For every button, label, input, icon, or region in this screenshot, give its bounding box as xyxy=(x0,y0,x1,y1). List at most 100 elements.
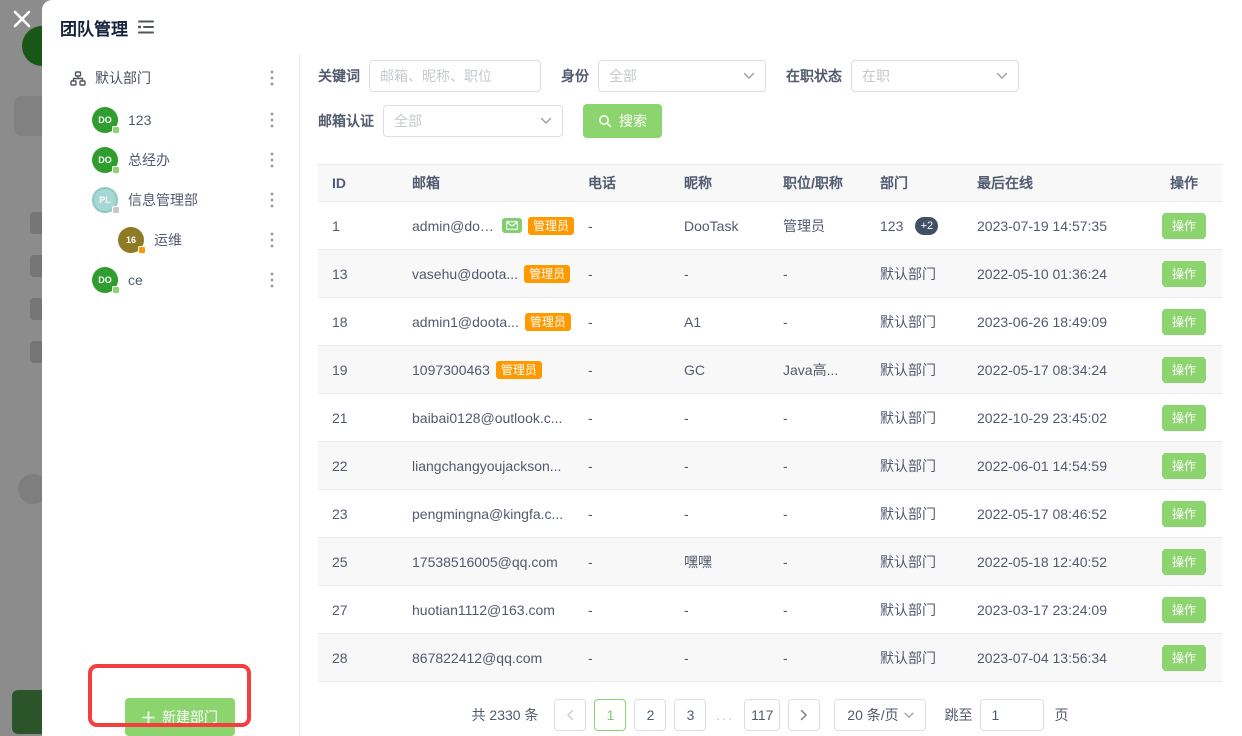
email-text: huotian1112@163.com xyxy=(412,602,555,618)
close-icon[interactable] xyxy=(10,7,34,31)
department-label: 123 xyxy=(128,112,151,128)
cell-nickname: GC xyxy=(670,346,769,394)
cell-dept: 默认部门 xyxy=(866,250,963,298)
more-menu-icon[interactable] xyxy=(263,189,281,211)
chevron-down-icon xyxy=(540,117,552,125)
keyword-label: 关键词 xyxy=(318,66,360,86)
department-label: ce xyxy=(128,272,143,288)
team-management-panel: 团队管理 默认部门 xyxy=(42,0,1242,736)
email-verify-select[interactable]: 全部 xyxy=(383,105,563,137)
log-list-icon[interactable] xyxy=(137,19,156,35)
column-header-id: ID xyxy=(318,165,398,202)
members-table: ID 邮箱 电话 昵称 职位/职称 部门 最后在线 操作 1 admin@ xyxy=(318,164,1222,682)
cell-last-online: 2022-06-01 14:54:59 xyxy=(963,442,1148,490)
more-menu-icon[interactable] xyxy=(263,269,281,291)
employment-select[interactable]: 在职 xyxy=(851,60,1019,92)
status-badge xyxy=(112,206,120,214)
status-badge xyxy=(112,166,120,174)
cell-job: Java高... xyxy=(769,346,866,394)
search-button[interactable]: 搜索 xyxy=(583,104,662,138)
cell-last-online: 2023-07-19 14:57:35 xyxy=(963,202,1148,250)
search-button-label: 搜索 xyxy=(619,111,647,131)
more-menu-icon[interactable] xyxy=(263,229,281,251)
row-action-button[interactable]: 操作 xyxy=(1162,549,1206,575)
cell-action: 操作 xyxy=(1148,490,1222,538)
chevron-down-icon xyxy=(743,72,755,80)
row-action-button[interactable]: 操作 xyxy=(1162,501,1206,527)
cell-nickname: - xyxy=(670,490,769,538)
prev-page-button[interactable] xyxy=(554,699,586,731)
admin-role-badge: 管理员 xyxy=(496,361,542,379)
department-avatar: PL xyxy=(92,187,118,213)
email-text: baibai0128@outlook.c... xyxy=(412,410,562,426)
column-header-email: 邮箱 xyxy=(398,165,574,202)
cell-phone: - xyxy=(574,394,670,442)
cell-action: 操作 xyxy=(1148,442,1222,490)
sidebar-item-ce[interactable]: DO ce xyxy=(42,260,299,300)
org-tree-icon xyxy=(70,71,86,86)
cell-phone: - xyxy=(574,442,670,490)
page-suffix-label: 页 xyxy=(1054,705,1068,725)
panel-header: 团队管理 xyxy=(42,0,1242,54)
email-text: 17538516005@qq.com xyxy=(412,554,558,570)
status-badge xyxy=(112,286,120,294)
page-button-1[interactable]: 1 xyxy=(594,699,626,731)
cell-email: liangchangyoujackson... xyxy=(398,442,574,490)
row-action-button[interactable]: 操作 xyxy=(1162,597,1206,623)
cell-dept: 默认部门 xyxy=(866,538,963,586)
column-header-action: 操作 xyxy=(1148,165,1222,202)
cell-job: - xyxy=(769,490,866,538)
page-title: 团队管理 xyxy=(60,15,128,40)
more-menu-icon[interactable] xyxy=(263,149,281,171)
sidebar-item-root-department[interactable]: 默认部门 xyxy=(42,62,299,94)
sidebar-item-ops[interactable]: 16 运维 xyxy=(42,220,299,260)
row-action-button[interactable]: 操作 xyxy=(1162,405,1206,431)
cell-id: 21 xyxy=(318,394,398,442)
admin-role-badge: 管理员 xyxy=(525,313,571,331)
cell-email: admin@doo... 管理员 xyxy=(398,202,574,250)
cell-nickname: - xyxy=(670,586,769,634)
pagination: 共 2330 条 1 2 3 ... 117 20 条/页 跳 xyxy=(318,699,1222,731)
cell-email: 867822412@qq.com xyxy=(398,634,574,682)
cell-dept: 默认部门 xyxy=(866,442,963,490)
jump-page-input[interactable] xyxy=(980,699,1044,731)
cell-job: - xyxy=(769,538,866,586)
page-button-117[interactable]: 117 xyxy=(744,699,780,731)
next-page-button[interactable] xyxy=(788,699,820,731)
row-action-button[interactable]: 操作 xyxy=(1162,261,1206,287)
sidebar-item-general-office[interactable]: DO 总经办 xyxy=(42,140,299,180)
email-text: 867822412@qq.com xyxy=(412,650,542,666)
cell-job: - xyxy=(769,634,866,682)
cell-last-online: 2022-05-18 12:40:52 xyxy=(963,538,1148,586)
page-button-3[interactable]: 3 xyxy=(674,699,706,731)
sidebar-item-info-management[interactable]: PL 信息管理部 xyxy=(42,180,299,220)
cell-job: - xyxy=(769,250,866,298)
cell-dept: 默认部门 xyxy=(866,586,963,634)
more-menu-icon[interactable] xyxy=(263,67,281,89)
column-header-job: 职位/职称 xyxy=(769,165,866,202)
cell-dept: 默认部门 xyxy=(866,394,963,442)
page-button-2[interactable]: 2 xyxy=(634,699,666,731)
keyword-input[interactable] xyxy=(369,60,541,92)
department-avatar: DO xyxy=(92,107,118,133)
pagination-ellipsis: ... xyxy=(714,707,736,723)
row-action-button[interactable]: 操作 xyxy=(1162,453,1206,479)
filter-row-2: 邮箱认证 全部 搜索 xyxy=(318,104,1222,138)
identity-select[interactable]: 全部 xyxy=(598,60,766,92)
row-action-button[interactable]: 操作 xyxy=(1162,645,1206,671)
column-header-nickname: 昵称 xyxy=(670,165,769,202)
row-action-button[interactable]: 操作 xyxy=(1162,309,1206,335)
cell-dept: 默认部门 xyxy=(866,346,963,394)
cell-phone: - xyxy=(574,538,670,586)
department-avatar: 16 xyxy=(118,227,144,253)
row-action-button[interactable]: 操作 xyxy=(1162,357,1206,383)
cell-id: 1 xyxy=(318,202,398,250)
sidebar-item-123[interactable]: DO 123 xyxy=(42,100,299,140)
identity-select-value: 全部 xyxy=(609,66,743,86)
more-menu-icon[interactable] xyxy=(263,109,281,131)
page-size-select[interactable]: 20 条/页 xyxy=(834,699,926,731)
table-row: 25 17538516005@qq.com - 嘿嘿 - 默认部门 2022-0… xyxy=(318,538,1222,586)
department-label: 总经办 xyxy=(128,150,170,170)
row-action-button[interactable]: 操作 xyxy=(1162,213,1206,239)
add-department-button[interactable]: 新建部门 xyxy=(125,698,235,736)
